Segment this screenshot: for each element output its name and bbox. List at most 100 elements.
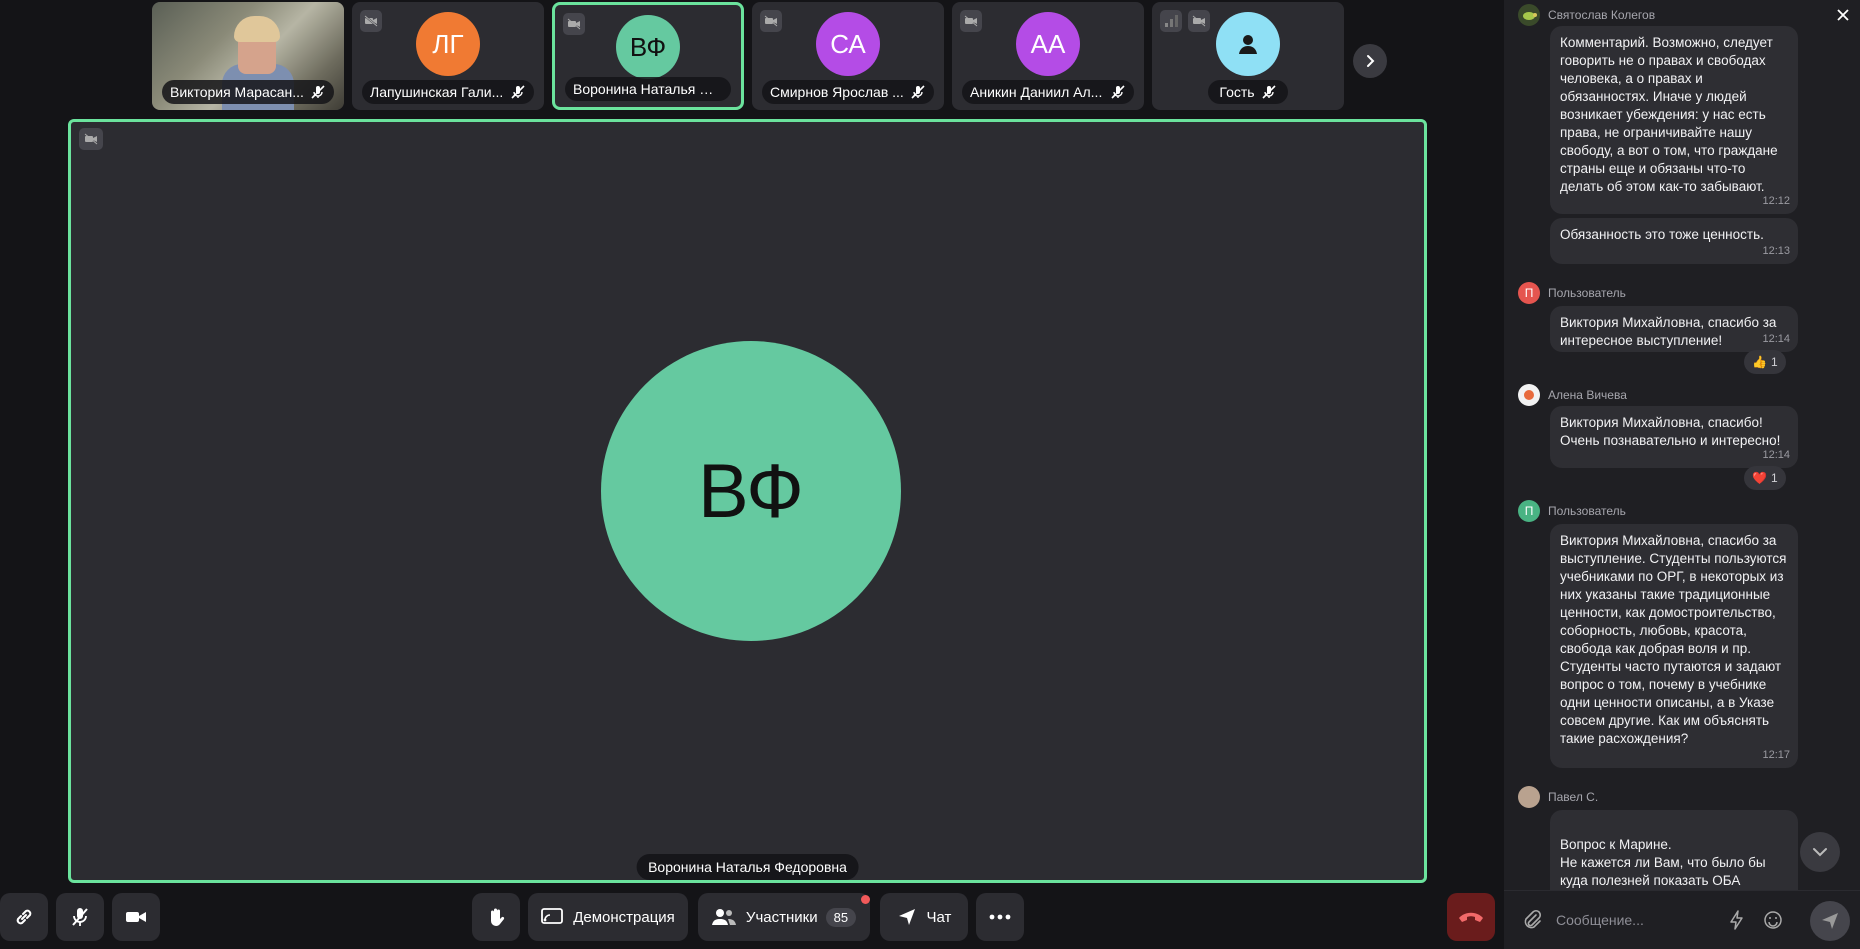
participants-label: Участники	[745, 908, 818, 926]
mic-off-icon	[1261, 85, 1276, 99]
user-avatar: П	[1518, 500, 1540, 522]
main-speaker-stage: ВФ Воронина Наталья Федоровна	[68, 119, 1427, 883]
bottom-toolbar: Демонстрация Участники 85 Чат	[0, 889, 1500, 949]
screen-share-button[interactable]: Демонстрация	[528, 893, 688, 941]
participant-tile-active[interactable]: ВФ Воронина Наталья Фе...	[552, 2, 744, 110]
participant-tile[interactable]: СА Смирнов Ярослав ...	[752, 2, 944, 110]
participant-avatar: ЛГ	[416, 12, 480, 76]
participant-name: Виктория Марасан...	[170, 84, 304, 100]
participant-name: Гость	[1219, 84, 1255, 100]
speaker-name: Воронина Наталья Федоровна	[636, 854, 859, 880]
participant-tile[interactable]: Виктория Марасан...	[152, 2, 344, 110]
link-icon	[16, 909, 32, 925]
mute-microphone-button[interactable]	[56, 893, 104, 941]
participant-nameplate: Воронина Наталья Фе...	[565, 77, 731, 101]
lightning-icon	[1730, 910, 1743, 930]
screen-share-icon	[541, 908, 564, 924]
participants-count: 85	[825, 907, 857, 927]
reaction-badge[interactable]: ❤️ 1	[1744, 466, 1786, 490]
hand-icon	[491, 908, 505, 926]
paperclip-icon[interactable]	[1522, 909, 1542, 931]
phone-hangup-icon	[1459, 912, 1483, 922]
copy-link-button[interactable]	[0, 893, 48, 941]
participants-button[interactable]: Участники 85	[698, 893, 870, 941]
user-avatar	[1518, 786, 1540, 808]
message-text: Виктория Михайловна, спасибо за выступле…	[1560, 533, 1787, 746]
emoji-icon	[1764, 911, 1782, 929]
message-time: 12:14	[1762, 333, 1790, 345]
chat-messages: Святослав Колегов Комментарий. Возможно,…	[1504, 0, 1860, 890]
mic-off-icon	[511, 85, 525, 99]
participant-avatar: ВФ	[616, 15, 680, 79]
message-text: Обязанность это тоже ценность.	[1560, 227, 1764, 242]
speaker-avatar: ВФ	[601, 341, 901, 641]
turtle-avatar-icon	[1523, 12, 1537, 20]
message-sender: П Пользователь	[1518, 500, 1626, 522]
notification-dot	[861, 895, 870, 904]
message-time: 12:14	[1762, 449, 1790, 461]
sticker-avatar-icon	[1524, 390, 1534, 400]
send-message-button[interactable]	[1810, 901, 1850, 941]
lightning-button[interactable]	[1724, 907, 1750, 933]
participant-avatar: СА	[816, 12, 880, 76]
send-icon	[898, 909, 915, 925]
raise-hand-button[interactable]	[472, 893, 520, 941]
mic-off-icon	[911, 85, 925, 99]
chat-message[interactable]: Виктория Михайловна, спасибо за выступле…	[1550, 524, 1798, 768]
camera-off-icon	[79, 128, 103, 150]
sender-name: Алена Вичева	[1548, 388, 1627, 402]
participant-name: Аникин Даниил Ал...	[970, 84, 1103, 100]
chat-message[interactable]: Виктория Михайловна, спасибо за интересн…	[1550, 306, 1798, 352]
chat-panel: Святослав Колегов Комментарий. Возможно,…	[1504, 0, 1860, 949]
video-conference-app: Виктория Марасан... ЛГ Лапушинская Гали.…	[0, 0, 1860, 949]
chat-message[interactable]: Комментарий. Возможно, следует говорить …	[1550, 26, 1798, 214]
message-sender: П Пользователь	[1518, 282, 1626, 304]
chat-message[interactable]: Виктория Михайловна, спасибо! Очень позн…	[1550, 406, 1798, 468]
participant-name: Лапушинская Гали...	[370, 84, 504, 100]
more-icon	[989, 914, 1011, 920]
chat-button[interactable]: Чат	[880, 893, 968, 941]
camera-off-icon	[563, 13, 585, 35]
chevron-down-icon	[1813, 848, 1827, 857]
participant-nameplate: Виктория Марасан...	[162, 80, 334, 104]
participant-nameplate: Смирнов Ярослав ...	[762, 80, 934, 104]
sender-name: Святослав Колегов	[1548, 8, 1656, 22]
user-avatar	[1518, 4, 1540, 26]
participant-nameplate: Гость	[1208, 80, 1288, 104]
participant-tile[interactable]: АА Аникин Даниил Ал...	[952, 2, 1144, 110]
message-sender: Алена Вичева	[1518, 384, 1627, 406]
screen-share-label: Демонстрация	[573, 908, 675, 926]
more-options-button[interactable]	[976, 893, 1024, 941]
reaction-count: 1	[1770, 471, 1778, 485]
participant-name: Воронина Наталья Фе...	[573, 81, 723, 97]
chevron-right-icon	[1367, 55, 1375, 67]
camera-off-icon	[1188, 10, 1210, 32]
close-chat-button[interactable]	[1834, 6, 1852, 24]
emoji-button[interactable]	[1760, 907, 1786, 933]
message-time: 12:17	[1762, 749, 1790, 761]
participant-tile[interactable]: Гость	[1152, 2, 1344, 110]
mic-off-icon	[1111, 85, 1125, 99]
message-text: Виктория Михайловна, спасибо за интересн…	[1560, 315, 1777, 348]
people-icon	[711, 909, 736, 925]
message-composer	[1504, 890, 1860, 949]
camera-off-icon	[360, 10, 382, 32]
hang-up-button[interactable]	[1447, 893, 1495, 941]
next-tiles-button[interactable]	[1353, 44, 1387, 78]
close-icon	[1837, 9, 1849, 21]
participant-avatar: АА	[1016, 12, 1080, 76]
message-input[interactable]	[1556, 907, 1716, 933]
message-text: Комментарий. Возможно, следует говорить …	[1560, 35, 1778, 194]
signal-icon	[1160, 10, 1182, 32]
camera-off-icon	[960, 10, 982, 32]
participant-tiles: Виктория Марасан... ЛГ Лапушинская Гали.…	[152, 2, 1344, 110]
user-avatar: П	[1518, 282, 1540, 304]
send-icon	[1822, 913, 1838, 929]
chat-message[interactable]: Обязанность это тоже ценность. 12:13	[1550, 218, 1798, 264]
scroll-to-bottom-button[interactable]	[1800, 832, 1840, 872]
camera-button[interactable]	[112, 893, 160, 941]
chat-message[interactable]: Вопрос к Марине. Не кажется ли Вам, что …	[1550, 810, 1798, 890]
participant-tile[interactable]: ЛГ Лапушинская Гали...	[352, 2, 544, 110]
thumbs-up-icon: 👍	[1752, 355, 1767, 369]
reaction-badge[interactable]: 👍 1	[1744, 350, 1786, 374]
